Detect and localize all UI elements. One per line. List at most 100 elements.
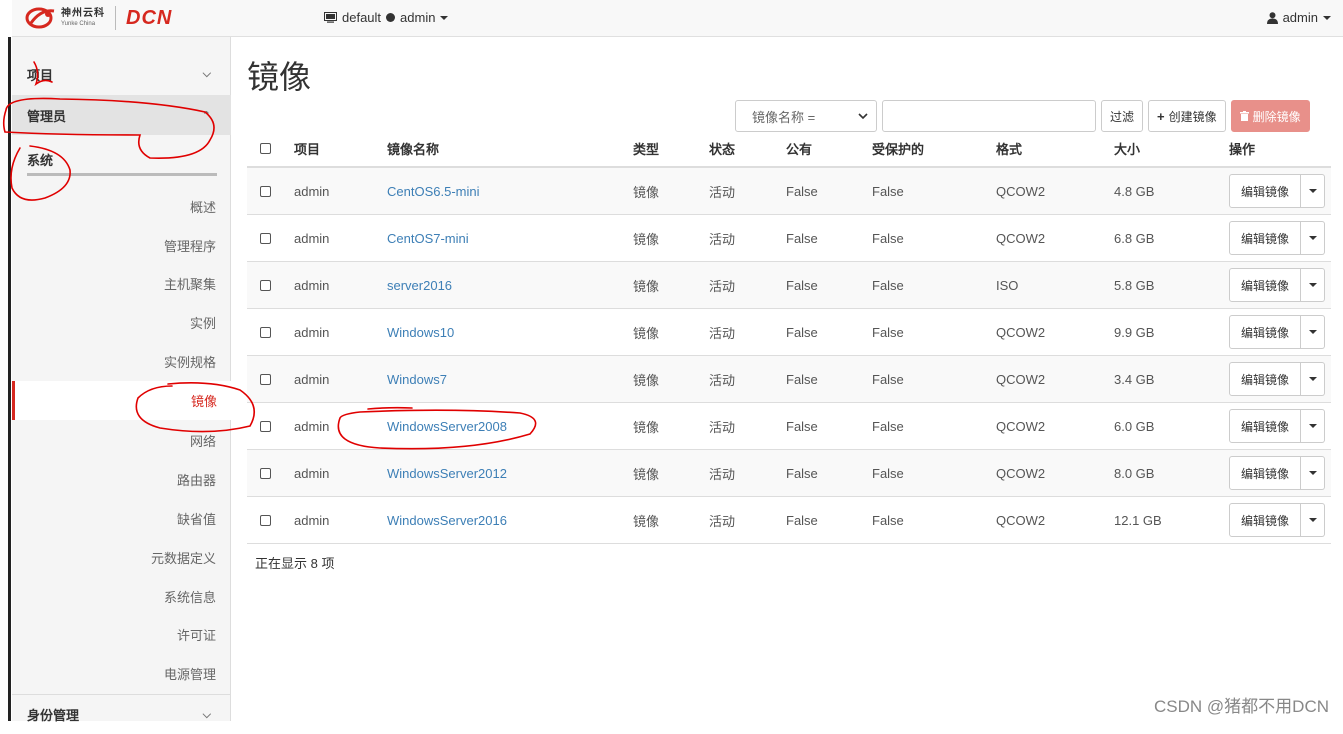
project-selector[interactable]: default admin xyxy=(324,10,449,25)
row-actions-dropdown[interactable] xyxy=(1301,362,1326,396)
yunke-logo-icon xyxy=(25,5,57,31)
sidebar-item-images[interactable]: 镜像 xyxy=(12,381,232,420)
edit-image-button[interactable]: 编辑镜像 xyxy=(1229,268,1302,302)
sidebar-item-flavors[interactable]: 实例规格 xyxy=(12,342,231,381)
brand-en-name: Yunke China xyxy=(61,21,96,27)
sidebar-section-project[interactable]: 项目 ⌵ xyxy=(12,54,231,94)
delete-images-button[interactable]: 删除镜像 xyxy=(1230,100,1310,132)
delete-images-label: 删除镜像 xyxy=(1252,109,1301,124)
cell-public: False xyxy=(786,183,818,199)
cell-image-name[interactable]: WindowsServer2012 xyxy=(387,450,507,496)
cell-project: admin xyxy=(294,324,330,340)
caret-down-icon xyxy=(1308,377,1317,381)
column-header-project[interactable]: 项目 xyxy=(294,131,320,166)
row-checkbox[interactable] xyxy=(260,514,271,526)
table-row: admin Windows10 镜像 活动 False False QCOW2 9.9 GB 编… xyxy=(247,309,1331,356)
caret-down-icon xyxy=(1308,236,1317,240)
cell-format: QCOW2 xyxy=(996,183,1046,199)
row-actions-dropdown[interactable] xyxy=(1301,456,1326,490)
cell-project: admin xyxy=(294,230,330,246)
select-all-checkbox[interactable] xyxy=(260,143,271,154)
cell-status: 活动 xyxy=(709,325,736,341)
table-body: admin CentOS6.5-mini 镜像 活动 False False QCOW2 4.… xyxy=(247,168,1331,544)
cell-project: admin xyxy=(294,465,330,481)
create-image-button[interactable]: + 创建镜像 xyxy=(1148,100,1226,132)
filter-input[interactable] xyxy=(882,100,1096,132)
row-checkbox[interactable] xyxy=(260,326,271,338)
cell-size: 8.0 GB xyxy=(1114,465,1155,481)
column-header-status[interactable]: 状态 xyxy=(709,131,735,166)
cell-image-name[interactable]: WindowsServer2016 xyxy=(387,497,507,543)
plus-icon: + xyxy=(1157,108,1165,124)
row-actions-dropdown[interactable] xyxy=(1301,315,1326,349)
sidebar-item-overview[interactable]: 概述 xyxy=(12,187,231,226)
row-actions-dropdown[interactable] xyxy=(1301,268,1326,302)
sidebar-item-networks[interactable]: 网络 xyxy=(12,421,231,460)
edit-image-button[interactable]: 编辑镜像 xyxy=(1229,174,1302,208)
brand-logo[interactable]: 神州云科 Yunke China DCN xyxy=(25,4,172,32)
filter-button-label: 过滤 xyxy=(1110,109,1135,124)
edit-image-button[interactable]: 编辑镜像 xyxy=(1229,221,1302,255)
edit-image-button[interactable]: 编辑镜像 xyxy=(1229,362,1302,396)
row-actions-dropdown[interactable] xyxy=(1301,503,1326,537)
cell-format: ISO xyxy=(996,277,1019,293)
cell-public: False xyxy=(786,324,818,340)
cell-image-name[interactable]: CentOS7-mini xyxy=(387,215,469,261)
row-actions-dropdown[interactable] xyxy=(1301,174,1326,208)
cell-image-name[interactable]: WindowsServer2008 xyxy=(387,403,507,449)
cell-status: 活动 xyxy=(709,513,736,529)
caret-down-icon xyxy=(440,15,449,20)
cell-format: QCOW2 xyxy=(996,465,1046,481)
row-checkbox[interactable] xyxy=(260,232,271,244)
column-header-name[interactable]: 镜像名称 xyxy=(387,131,439,166)
column-header-format[interactable]: 格式 xyxy=(996,131,1022,166)
edit-image-button[interactable]: 编辑镜像 xyxy=(1229,409,1302,443)
row-checkbox[interactable] xyxy=(260,420,271,432)
row-checkbox[interactable] xyxy=(260,467,271,479)
caret-down-icon xyxy=(1308,471,1317,475)
sidebar-item-defaults[interactable]: 缺省值 xyxy=(12,499,231,538)
cell-size: 9.9 GB xyxy=(1114,324,1155,340)
row-checkbox[interactable] xyxy=(260,279,271,291)
sidebar-section-admin[interactable]: 管理员 ⌃ xyxy=(12,95,231,135)
sidebar-item-system-info[interactable]: 系统信息 xyxy=(12,577,231,616)
cell-image-name[interactable]: CentOS6.5-mini xyxy=(387,168,479,214)
sidebar-item-power-management[interactable]: 电源管理 xyxy=(12,654,231,693)
cell-image-name[interactable]: server2016 xyxy=(387,262,452,308)
cell-public: False xyxy=(786,371,818,387)
row-actions-dropdown[interactable] xyxy=(1301,221,1326,255)
edit-image-button[interactable]: 编辑镜像 xyxy=(1229,503,1302,537)
sidebar-section-identity[interactable]: 身份管理 ⌵ xyxy=(12,694,231,734)
column-header-protected[interactable]: 受保护的 xyxy=(872,131,924,166)
sidebar-section-label: 系统 xyxy=(27,152,54,168)
row-actions: 编辑镜像 xyxy=(1229,174,1326,208)
edit-image-button[interactable]: 编辑镜像 xyxy=(1229,315,1302,349)
sidebar-item-license[interactable]: 许可证 xyxy=(12,615,231,654)
cell-public: False xyxy=(786,230,818,246)
filter-field-value: 镜像名称 = xyxy=(752,109,816,125)
row-actions: 编辑镜像 xyxy=(1229,456,1326,490)
edit-image-button[interactable]: 编辑镜像 xyxy=(1229,456,1302,490)
sidebar-item-metadata-definitions[interactable]: 元数据定义 xyxy=(12,538,231,577)
filter-button[interactable]: 过滤 xyxy=(1101,100,1144,132)
sidebar-item-hypervisors[interactable]: 管理程序 xyxy=(12,226,231,265)
sidebar-item-routers[interactable]: 路由器 xyxy=(12,460,231,499)
column-header-public[interactable]: 公有 xyxy=(786,131,812,166)
cell-protected: False xyxy=(872,183,904,199)
sidebar-item-host-aggregates[interactable]: 主机聚集 xyxy=(12,264,231,303)
row-checkbox[interactable] xyxy=(260,185,271,197)
chevron-up-icon: ⌃ xyxy=(201,110,211,122)
cell-protected: False xyxy=(872,465,904,481)
column-header-size[interactable]: 大小 xyxy=(1114,131,1140,166)
user-menu[interactable]: admin xyxy=(1266,10,1331,25)
sidebar-item-instances[interactable]: 实例 xyxy=(12,303,231,342)
cell-image-name[interactable]: Windows7 xyxy=(387,356,447,402)
cell-format: QCOW2 xyxy=(996,512,1046,528)
user-icon xyxy=(1266,11,1278,24)
row-actions-dropdown[interactable] xyxy=(1301,409,1326,443)
filter-field-select[interactable]: 镜像名称 = xyxy=(735,100,877,132)
row-checkbox[interactable] xyxy=(260,373,271,385)
cell-image-name[interactable]: Windows10 xyxy=(387,309,454,355)
cell-status: 活动 xyxy=(709,419,736,435)
column-header-type[interactable]: 类型 xyxy=(633,131,659,166)
